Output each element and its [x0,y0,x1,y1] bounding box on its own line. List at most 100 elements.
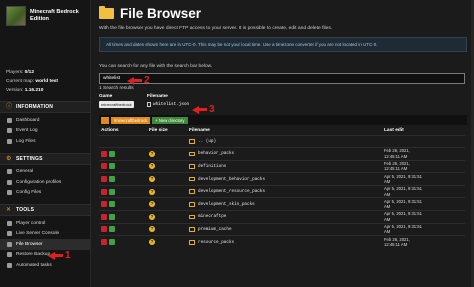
nav-live-server-console[interactable]: Live Server Console [0,229,90,240]
size-unknown-icon: ? [149,201,155,208]
log-files-icon [7,138,12,144]
folder-link[interactable]: development_behavior_packs [189,177,382,182]
select-button[interactable] [109,176,115,183]
info-map: Current map: world test [6,79,58,84]
gear-icon: ⚙ [6,155,12,162]
select-button[interactable] [109,201,115,208]
config-files-icon [7,190,12,196]
table-row: .. (up) [99,134,465,148]
nav-general[interactable]: General [0,167,90,178]
folder-link[interactable]: definitions [189,164,382,169]
nav-log-files[interactable]: Log Files [0,136,90,147]
nav-dashboard[interactable]: Dashboard [0,115,90,126]
size-unknown-icon: ? [149,176,155,183]
size-unknown-icon: ? [149,213,155,220]
nav-restore-backup[interactable]: Restore Backup [0,250,90,261]
section-settings: ⚙ SETTINGS [0,152,90,165]
delete-button[interactable] [101,201,107,208]
folder-icon [189,176,195,182]
select-button[interactable] [109,188,115,195]
general-icon [7,169,12,175]
section-information: ⓘ INFORMATION [0,101,90,113]
table-row: ? premium_cache Apr 5, 2021, 9:31:51 AM [99,222,465,236]
annotation-2: 2 [127,75,150,86]
delete-button[interactable] [101,188,107,195]
annotation-3: 3 [192,104,215,115]
select-button[interactable] [109,239,115,246]
folder-link[interactable]: development_skin_packs [189,202,382,207]
select-button[interactable] [109,163,115,170]
nav-configuration-profiles[interactable]: Configuration profiles [0,177,90,188]
table-row: ? definitions Feb 26, 2021, 12:45:11 AM [99,159,465,173]
page-title: File Browser [120,5,202,21]
arrow-left-icon [48,251,55,260]
folder-link[interactable]: premium_cache [189,227,382,232]
delete-button[interactable] [101,226,107,233]
file-browser-icon [7,241,12,247]
folder-link[interactable]: development_resource_packs [189,189,382,194]
delete-button[interactable] [101,163,107,170]
server-name: Minecraft Bedrock Edition [30,9,79,22]
folder-link[interactable]: minecraftpe [189,214,382,219]
annotation-1: 1 [48,250,71,261]
result-file-link[interactable]: whitelist.json [147,102,189,107]
event-log-icon [7,128,12,134]
player-icon [7,220,12,226]
server-thumbnail [6,6,26,26]
dashboard-icon [7,117,12,123]
nav-config-files[interactable]: Config Files [0,188,90,199]
sidebar: Minecraft Bedrock Edition Players: 0/12 … [0,0,91,287]
server-info: Players: 0/12 Current map: world test Ve… [0,30,90,95]
nav-automated-tasks[interactable]: Automated tasks [0,260,90,271]
file-table: Actions File size Filename Last edit .. … [99,126,465,249]
nav-player-control[interactable]: Player control [0,218,90,229]
nav-event-log[interactable]: Event Log [0,126,90,137]
select-button[interactable] [109,226,115,233]
search-input[interactable]: whitelist [99,73,465,84]
timezone-notice: All times and dates shown here are in UT… [99,37,467,52]
select-button[interactable] [109,150,115,157]
file-icon [147,102,151,107]
profiles-icon [7,179,12,185]
size-unknown-icon: ? [149,163,155,170]
folder-icon [189,214,195,220]
select-button[interactable] [109,213,115,220]
search-hint: You can search for any file with the sea… [99,64,213,69]
backup-icon [7,252,12,258]
arrow-left-icon [127,76,134,85]
folder-link[interactable]: resource_packs [189,240,382,245]
delete-button[interactable] [101,150,107,157]
table-row: ? development_behavior_packs Apr 5, 2021… [99,172,465,186]
folder-icon [189,227,195,232]
result-row: minecraftbedrock whitelist.json [99,99,467,110]
server-header: Minecraft Bedrock Edition [0,0,90,30]
table-row: ? behavior_packs Feb 26, 2021, 12:45:11 A… [99,147,465,161]
file-toolbar: /minecraftbedrock + New directory [99,115,467,125]
breadcrumb[interactable]: /minecraftbedrock [111,116,151,124]
table-row: ? minecraftpe Apr 5, 2021, 9:31:51 AM [99,210,465,224]
home-icon[interactable] [101,116,109,124]
section-tools: ✕ TOOLS [0,204,90,216]
tasks-icon [7,262,12,268]
new-directory-button[interactable]: + New directory [152,116,188,124]
folder-icon [189,139,195,144]
size-unknown-icon: ? [149,239,155,246]
folder-icon [189,189,195,194]
folder-icon [189,151,195,157]
info-version: Version: 1.16.210 [6,88,44,93]
nav-file-browser[interactable]: File Browser [0,239,90,250]
console-icon [7,231,12,237]
results-count: 1 Search results [99,86,134,91]
folder-link[interactable]: behavior_packs [189,151,382,156]
folder-icon [99,5,114,19]
page-description: With the file browser you have direct FT… [99,26,333,31]
delete-button[interactable] [101,239,107,246]
title-row: File Browser [99,1,467,25]
delete-button[interactable] [101,176,107,183]
parent-dir-link[interactable]: .. (up) [189,139,382,144]
main-content: File Browser With the file browser you h… [92,0,474,287]
table-row: ? resource_packs Feb 26, 2021, 12:45:11 A… [99,235,465,249]
delete-button[interactable] [101,213,107,220]
folder-icon [189,240,195,245]
size-unknown-icon: ? [149,188,155,195]
